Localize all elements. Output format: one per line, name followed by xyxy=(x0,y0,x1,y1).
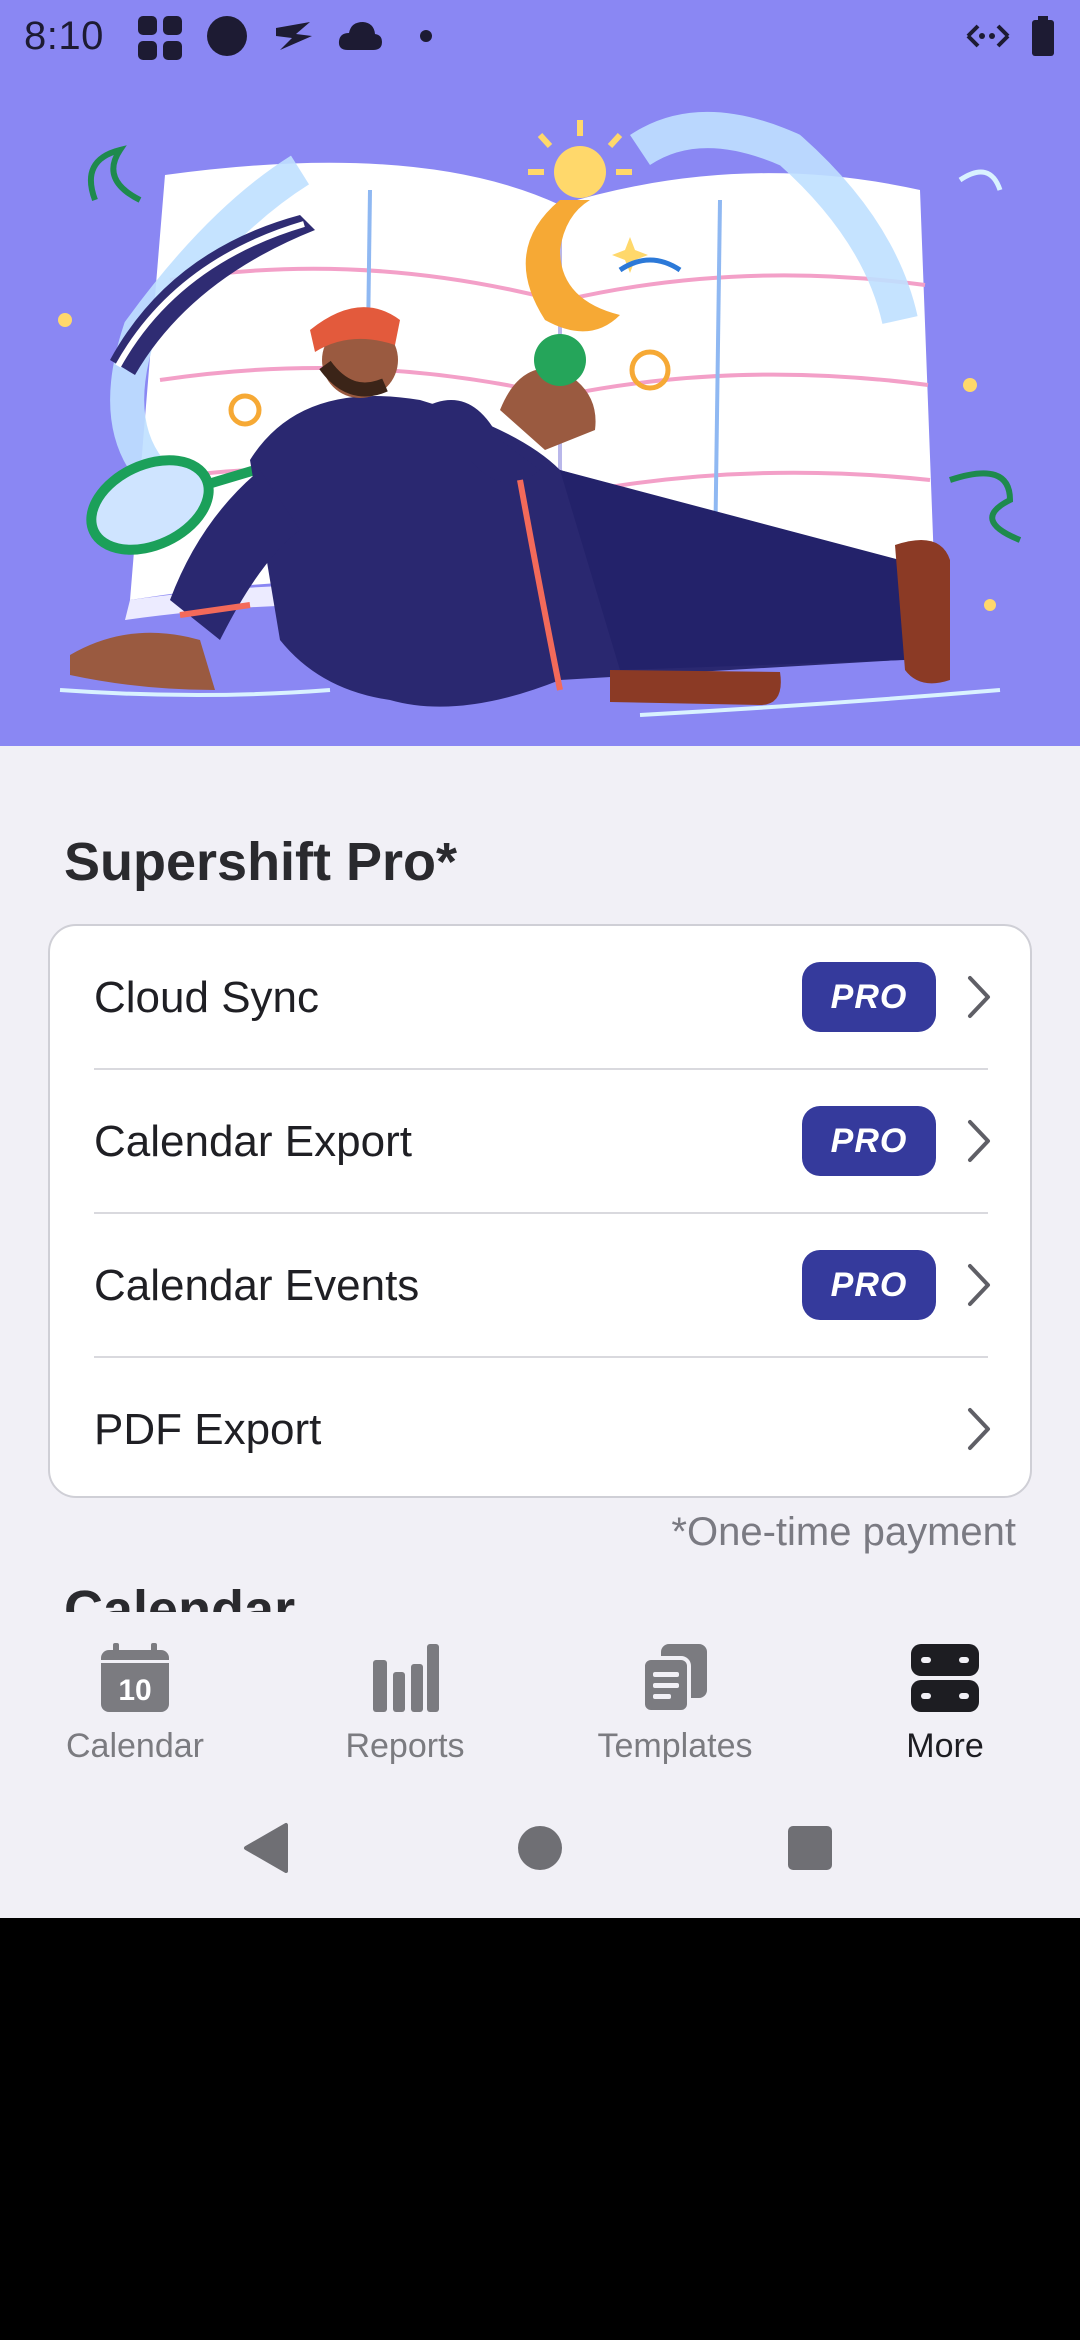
pro-badge: PRO xyxy=(802,1106,936,1176)
nav-label: Calendar xyxy=(66,1727,204,1765)
chevron-right-icon xyxy=(968,976,990,1018)
recents-icon[interactable] xyxy=(786,1822,834,1874)
bottom-navigation: 10 Calendar Reports Templates More xyxy=(0,1612,1080,1792)
list-item-calendar-export[interactable]: Calendar Export PRO xyxy=(50,1070,1030,1214)
home-icon[interactable] xyxy=(516,1822,564,1874)
status-bar: 8:10 xyxy=(0,0,1080,72)
nav-item-calendar[interactable]: 10 Calendar xyxy=(0,1622,270,1782)
cloud-icon xyxy=(338,22,382,50)
footnote: *One-time payment xyxy=(671,1510,1016,1554)
list-item-pdf-export[interactable]: PDF Export xyxy=(50,1358,1030,1502)
more-icon xyxy=(911,1644,979,1712)
list-item-label: PDF Export xyxy=(94,1405,322,1454)
calendar-icon-day: 10 xyxy=(118,1674,151,1707)
system-navigation-bar xyxy=(0,1792,1080,1918)
back-icon[interactable] xyxy=(242,1822,290,1874)
pro-badge: PRO xyxy=(802,1250,936,1320)
nav-item-reports[interactable]: Reports xyxy=(270,1622,540,1782)
status-time: 8:10 xyxy=(24,14,104,58)
wave-notification-icon xyxy=(276,22,312,50)
chevron-right-icon xyxy=(968,1264,990,1306)
pro-badge: PRO xyxy=(802,962,936,1032)
calendar-icon: 10 xyxy=(101,1643,169,1712)
app-grid-icon xyxy=(138,16,182,60)
list-item-calendar-events[interactable]: Calendar Events PRO xyxy=(50,1214,1030,1358)
app-screen: 8:10 Supershift Pro* Cloud Sync PRO Cale… xyxy=(0,0,1080,1918)
circle-notification-icon xyxy=(207,16,247,56)
dot-icon xyxy=(420,30,432,42)
battery-icon xyxy=(1032,16,1054,56)
list-item-cloud-sync[interactable]: Cloud Sync PRO xyxy=(50,926,1030,1070)
chevron-right-icon xyxy=(968,1408,990,1450)
nav-label: Templates xyxy=(597,1727,753,1765)
nav-label: More xyxy=(906,1727,984,1765)
list-item-label: Calendar Events xyxy=(94,1261,420,1310)
nav-label: Reports xyxy=(345,1727,465,1765)
list-item-label: Cloud Sync xyxy=(94,973,320,1022)
section-title: Supershift Pro* xyxy=(64,832,458,892)
hero-banner: 8:10 xyxy=(0,0,1080,746)
nav-item-more[interactable]: More xyxy=(810,1622,1080,1782)
list-item-label: Calendar Export xyxy=(94,1117,412,1166)
wifi-calling-icon xyxy=(966,24,1010,48)
hero-illustration xyxy=(58,112,1022,717)
chevron-right-icon xyxy=(968,1120,990,1162)
bar-chart-icon xyxy=(373,1644,439,1712)
nav-item-templates[interactable]: Templates xyxy=(540,1622,810,1782)
pro-features-card: Cloud Sync PRO Calendar Export PRO Calen… xyxy=(48,924,1032,1498)
templates-icon xyxy=(641,1644,707,1714)
